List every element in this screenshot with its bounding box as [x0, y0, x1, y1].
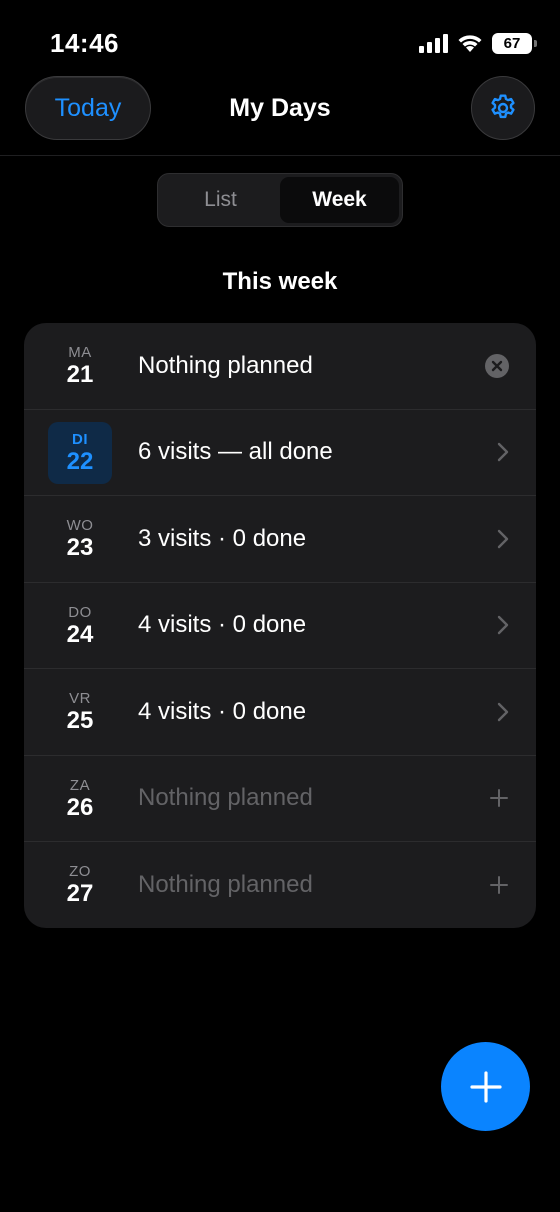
- status-time: 14:46: [50, 28, 119, 58]
- open-day-button[interactable]: [496, 441, 510, 463]
- date-badge: ZA 26: [48, 768, 112, 830]
- day-row-vr[interactable]: VR 25 4 visits · 0 done: [24, 669, 536, 756]
- date-badge: WO 23: [48, 508, 112, 570]
- view-segmented-control: List Week: [157, 173, 403, 227]
- day-row-za[interactable]: ZA 26 Nothing planned: [24, 756, 536, 842]
- day-number: 26: [66, 793, 94, 821]
- open-day-button[interactable]: [496, 528, 510, 550]
- day-summary: Nothing planned: [138, 871, 313, 899]
- day-of-week: ZO: [69, 863, 91, 880]
- day-summary: 6 visits — all done: [138, 438, 333, 466]
- plus-icon: [490, 876, 508, 895]
- day-row-do[interactable]: DO 24 4 visits · 0 done: [24, 583, 536, 669]
- day-number: 23: [66, 534, 94, 561]
- day-number: 24: [66, 620, 94, 648]
- plus-icon: [490, 789, 508, 808]
- open-day-button[interactable]: [496, 701, 510, 723]
- clear-icon: [485, 353, 509, 378]
- day-row-ma[interactable]: MA 21 Nothing planned: [24, 323, 536, 410]
- status-icons: 67: [419, 32, 537, 54]
- settings-button[interactable]: [471, 76, 535, 140]
- status-bar: 14:46 67: [0, 0, 560, 80]
- day-row-di[interactable]: DI 22 6 visits — all done: [24, 410, 536, 496]
- day-of-week: MA: [68, 344, 92, 361]
- chevron-right-icon: [497, 702, 509, 721]
- day-row-zo[interactable]: ZO 27 Nothing planned: [24, 842, 536, 928]
- chevron-right-icon: [497, 616, 509, 635]
- plus-icon: [469, 1070, 502, 1103]
- date-badge: VR 25: [48, 681, 112, 743]
- day-of-week: ZA: [69, 776, 91, 794]
- add-button[interactable]: [441, 1042, 530, 1131]
- day-of-week: DI: [72, 430, 88, 448]
- add-plan-button[interactable]: [488, 787, 510, 809]
- segment-list[interactable]: List: [161, 177, 280, 223]
- date-badge-today: DI 22: [48, 421, 112, 484]
- day-of-week: WO: [66, 517, 94, 534]
- day-row-wo[interactable]: WO 23 3 visits · 0 done: [24, 496, 536, 583]
- date-badge: ZO 27: [48, 854, 112, 916]
- day-number: 22: [66, 447, 94, 475]
- open-day-button[interactable]: [496, 614, 510, 636]
- clear-button[interactable]: [484, 353, 510, 379]
- section-title: This week: [222, 268, 338, 295]
- wifi-icon: [458, 35, 482, 52]
- segment-week[interactable]: Week: [280, 177, 399, 223]
- chevron-right-icon: [497, 529, 509, 548]
- screen: 14:46 67 Today My Days List Week This we…: [0, 0, 560, 1212]
- date-badge: DO 24: [48, 595, 112, 657]
- chevron-right-icon: [497, 443, 509, 462]
- navigation-bar: Today My Days: [0, 74, 560, 156]
- add-plan-button[interactable]: [488, 874, 510, 896]
- day-summary: 4 visits · 0 done: [138, 611, 307, 639]
- day-number: 21: [66, 361, 94, 388]
- day-summary: 3 visits · 0 done: [138, 524, 307, 552]
- week-list: MA 21 Nothing planned DI 22 6 visits — a…: [24, 323, 536, 928]
- gear-icon: [491, 94, 515, 119]
- day-summary: 4 visits · 0 done: [138, 697, 307, 725]
- day-summary: Nothing planned: [138, 351, 313, 379]
- day-number: 27: [66, 880, 94, 907]
- date-badge: MA 21: [48, 335, 112, 397]
- cellular-signal-icon: [419, 33, 448, 53]
- day-of-week: DO: [68, 603, 92, 621]
- battery-icon: 67: [492, 32, 537, 54]
- day-summary: Nothing planned: [138, 784, 313, 812]
- battery-level: 67: [503, 34, 521, 52]
- day-of-week: VR: [69, 690, 91, 707]
- day-number: 25: [66, 707, 94, 734]
